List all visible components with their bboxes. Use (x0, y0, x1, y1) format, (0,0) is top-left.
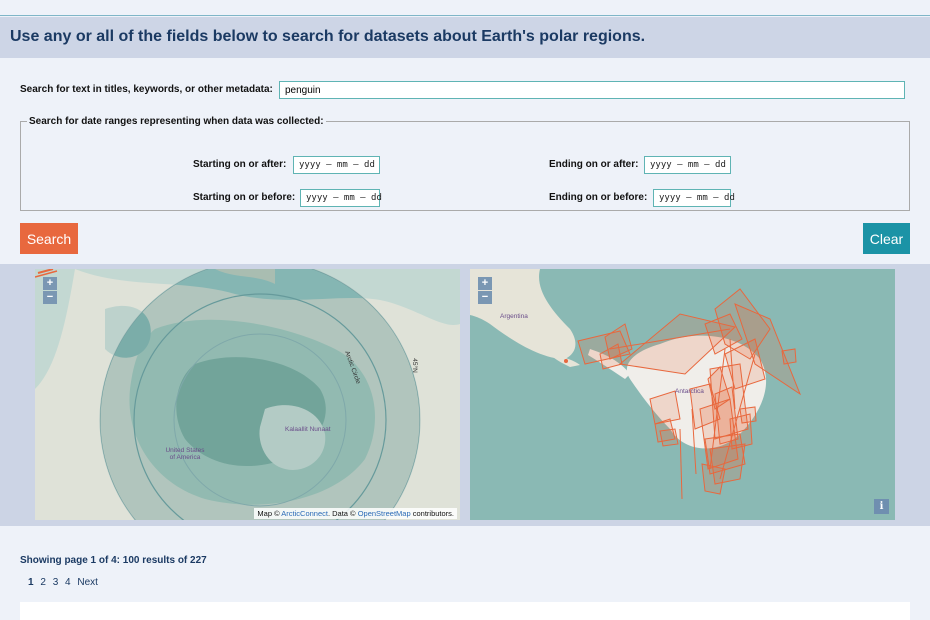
text-search-input[interactable] (279, 81, 905, 99)
arctic-zoom-out-button[interactable]: − (43, 291, 57, 304)
top-band (0, 0, 930, 16)
text-search-label: Search for text in titles, keywords, or … (20, 84, 273, 95)
page-link-2[interactable]: 2 (40, 577, 46, 588)
usa-label: United States of America (165, 447, 205, 461)
results-panel (20, 602, 910, 620)
page-link-1[interactable]: 1 (28, 577, 34, 588)
date-range-fieldset: Search for date ranges representing when… (20, 116, 910, 211)
end-before-label: Ending on or before: (549, 192, 648, 203)
map-attribution: Map © ArcticConnect. Data © OpenStreetMa… (254, 508, 457, 519)
attribution-prefix: Map © (257, 509, 282, 518)
end-after-input[interactable]: yyyy – mm – dd (644, 156, 731, 174)
attribution-mid: . Data © (327, 509, 358, 518)
start-before-label: Starting on or before: (193, 192, 296, 203)
attribution-suffix: contributors. (410, 509, 454, 518)
page-link-4[interactable]: 4 (65, 577, 71, 588)
page-link-3[interactable]: 3 (53, 577, 59, 588)
antarctic-zoom-controls: + − (478, 277, 492, 305)
pagination: 1 2 3 4 Next (28, 577, 102, 588)
antarctic-zoom-in-button[interactable]: + (478, 277, 492, 290)
page-header: Use any or all of the fields below to se… (0, 17, 930, 58)
date-range-legend: Search for date ranges representing when… (29, 116, 324, 127)
arctic-map[interactable]: Arctic Circle 45°N Kalaallit Nunaat Unit… (35, 269, 460, 520)
next-page-link[interactable]: Next (77, 577, 98, 588)
text-search-row: Search for text in titles, keywords, or … (20, 81, 905, 99)
arctic-zoom-controls: + − (43, 277, 57, 305)
arcticconnect-link[interactable]: ArcticConnect (281, 509, 328, 518)
arctic-map-canvas (35, 269, 460, 520)
arctic-zoom-in-button[interactable]: + (43, 277, 57, 290)
info-icon[interactable]: i (874, 499, 889, 514)
results-summary: Showing page 1 of 4: 100 results of 227 (20, 555, 207, 566)
end-before-input[interactable]: yyyy – mm – dd (653, 189, 735, 207)
map-band: Arctic Circle 45°N Kalaallit Nunaat Unit… (0, 264, 930, 526)
openstreetmap-link[interactable]: OpenStreetMap (358, 509, 411, 518)
end-after-label: Ending on or after: (549, 159, 639, 170)
greenland-label: Kalaallit Nunaat (285, 426, 331, 433)
antarctic-zoom-out-button[interactable]: − (478, 291, 492, 304)
start-after-input[interactable]: yyyy – mm – dd (293, 156, 380, 174)
clear-button[interactable]: Clear (863, 223, 910, 254)
page-title: Use any or all of the fields below to se… (10, 28, 646, 45)
antarctica-label: Antarctica (675, 388, 704, 395)
search-button[interactable]: Search (20, 223, 78, 254)
argentina-label: Argentina (500, 313, 528, 320)
antarctic-map[interactable]: Argentina Antarctica + − i (470, 269, 895, 520)
start-after-label: Starting on or after: (193, 159, 287, 170)
start-before-input[interactable]: yyyy – mm – dd (300, 189, 382, 207)
latitude-label: 45°N (410, 358, 418, 373)
